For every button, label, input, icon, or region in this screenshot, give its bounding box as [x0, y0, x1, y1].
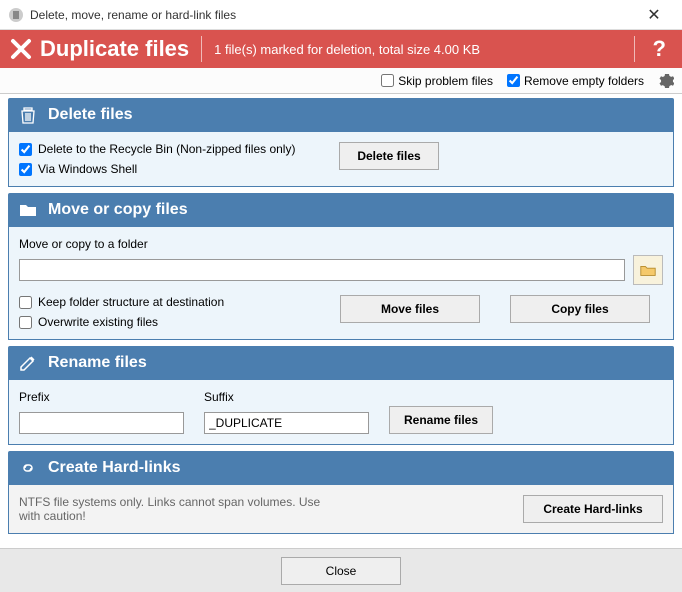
rename-section-body: Prefix Suffix Rename files: [8, 380, 674, 445]
gear-icon[interactable]: [658, 73, 674, 89]
suffix-input[interactable]: [204, 412, 369, 434]
window-title: Delete, move, rename or hard-link files: [30, 8, 634, 22]
copy-files-button[interactable]: Copy files: [510, 295, 650, 323]
status-text: 1 file(s) marked for deletion, total siz…: [214, 42, 621, 57]
options-bar: Skip problem files Remove empty folders: [0, 68, 682, 94]
move-section-body: Move or copy to a folder Keep folder str…: [8, 227, 674, 340]
help-button[interactable]: ?: [647, 36, 672, 62]
app-icon: [8, 7, 24, 23]
hardlink-section-body: NTFS file systems only. Links cannot spa…: [8, 485, 674, 534]
separator: [634, 36, 635, 62]
rename-section-header: Rename files: [8, 346, 674, 380]
label-text: Keep folder structure at destination: [38, 295, 224, 309]
label-text: Via Windows Shell: [38, 162, 137, 176]
delete-section-body: Delete to the Recycle Bin (Non-zipped fi…: [8, 132, 674, 187]
keep-structure-checkbox[interactable]: Keep folder structure at destination: [19, 295, 319, 309]
create-hardlinks-button[interactable]: Create Hard-links: [523, 495, 663, 523]
skip-problem-checkbox[interactable]: Skip problem files: [381, 74, 493, 88]
rename-files-button[interactable]: Rename files: [389, 406, 493, 434]
folder-open-icon: [639, 261, 657, 279]
label-text: Delete to the Recycle Bin (Non-zipped fi…: [38, 142, 295, 156]
header-banner: Duplicate files 1 file(s) marked for del…: [0, 30, 682, 68]
close-button[interactable]: Close: [281, 557, 401, 585]
label-text: Overwrite existing files: [38, 315, 158, 329]
move-files-button[interactable]: Move files: [340, 295, 480, 323]
folder-path-input[interactable]: [19, 259, 625, 281]
windows-shell-checkbox[interactable]: Via Windows Shell: [19, 162, 319, 176]
suffix-label: Suffix: [204, 390, 369, 404]
hardlink-note: NTFS file systems only. Links cannot spa…: [19, 495, 339, 523]
remove-empty-checkbox[interactable]: Remove empty folders: [507, 74, 644, 88]
section-title: Move or copy files: [48, 201, 188, 219]
section-title: Create Hard-links: [48, 459, 181, 477]
trash-icon: [18, 105, 38, 125]
label-text: Remove empty folders: [524, 74, 644, 88]
label-text: Skip problem files: [398, 74, 493, 88]
prefix-input[interactable]: [19, 412, 184, 434]
overwrite-checkbox[interactable]: Overwrite existing files: [19, 315, 319, 329]
delete-files-button[interactable]: Delete files: [339, 142, 439, 170]
section-title: Rename files: [48, 354, 147, 372]
pencil-icon: [18, 353, 38, 373]
browse-folder-button[interactable]: [633, 255, 663, 285]
folder-icon: [18, 200, 38, 220]
page-title: Duplicate files: [40, 36, 189, 62]
delete-section-header: Delete files: [8, 98, 674, 132]
folder-field-label: Move or copy to a folder: [19, 237, 663, 251]
link-icon: [18, 458, 38, 478]
section-title: Delete files: [48, 106, 132, 124]
titlebar: Delete, move, rename or hard-link files …: [0, 0, 682, 30]
separator: [201, 36, 202, 62]
recycle-bin-checkbox[interactable]: Delete to the Recycle Bin (Non-zipped fi…: [19, 142, 319, 156]
move-section-header: Move or copy files: [8, 193, 674, 227]
prefix-label: Prefix: [19, 390, 184, 404]
x-icon: [10, 38, 32, 60]
window-close-button[interactable]: ✕: [634, 5, 674, 25]
hardlink-section-header: Create Hard-links: [8, 451, 674, 485]
footer: Close: [0, 548, 682, 592]
